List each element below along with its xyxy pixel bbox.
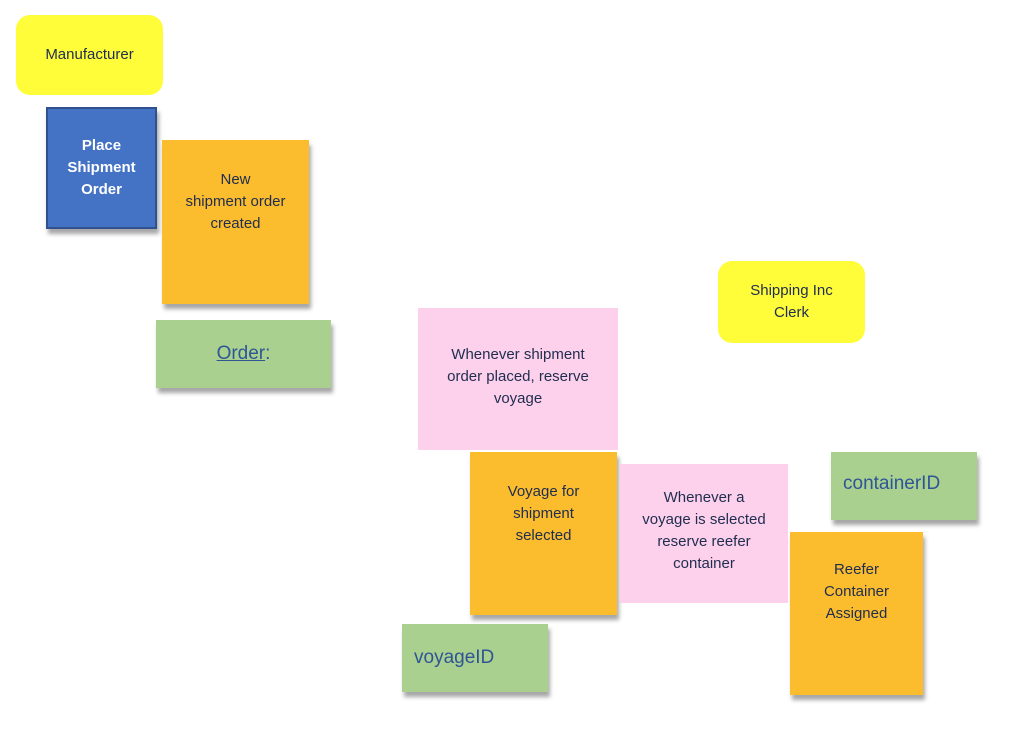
data-label-suffix: : (265, 343, 271, 364)
event-label: Voyage for shipment selected (507, 482, 580, 544)
command-label: Place Shipment Order (67, 137, 136, 198)
actor-label: Manufacturer (45, 46, 134, 63)
event-reefer-container-assigned[interactable]: Reefer Container Assigned (790, 532, 923, 695)
policy-reserve-voyage[interactable]: Whenever shipment order placed, reserve … (418, 308, 618, 450)
data-label: Order (216, 343, 266, 364)
event-new-shipment-order-created[interactable]: New shipment order created (162, 140, 309, 304)
actor-shipping-inc-clerk[interactable]: Shipping Inc Clerk (718, 261, 865, 343)
policy-label: Whenever shipment order placed, reserve … (447, 346, 589, 407)
data-voyage-id[interactable]: voyageID (402, 624, 548, 692)
data-order[interactable]: Order: (156, 320, 331, 388)
event-label: Reefer Container Assigned (823, 560, 890, 622)
command-place-shipment-order[interactable]: Place Shipment Order (46, 107, 157, 229)
data-container-id[interactable]: containerID (831, 452, 977, 520)
event-label: New shipment order created (185, 171, 286, 232)
policy-reserve-container[interactable]: Whenever a voyage is selected reserve re… (620, 464, 788, 603)
policy-label: Whenever a voyage is selected reserve re… (642, 488, 766, 572)
event-voyage-selected[interactable]: Voyage for shipment selected (470, 452, 617, 615)
data-label: voyageID (414, 647, 495, 668)
data-label: containerID (843, 473, 941, 494)
actor-manufacturer[interactable]: Manufacturer (16, 15, 163, 95)
actor-label: Shipping Inc Clerk (750, 282, 833, 321)
